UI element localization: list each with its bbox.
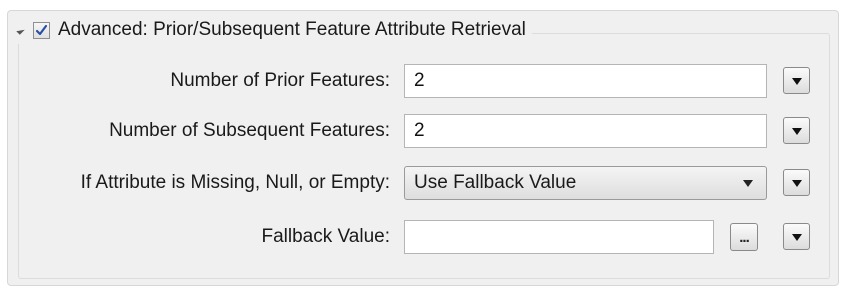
group-title: Advanced: Prior/Subsequent Feature Attri…: [58, 19, 526, 40]
prior-features-menu-button[interactable]: [783, 67, 810, 94]
dropdown-arrow-icon: [791, 179, 802, 187]
missing-attribute-menu-button[interactable]: [783, 169, 810, 196]
row-fallback-value: Fallback Value: ...: [0, 220, 843, 254]
fallback-value-input[interactable]: [404, 220, 714, 254]
row-missing-attribute: If Attribute is Missing, Null, or Empty:…: [0, 166, 843, 200]
fallback-value-label: Fallback Value:: [261, 226, 391, 247]
checkmark-icon: [35, 24, 48, 35]
collapse-triangle-icon[interactable]: [16, 25, 25, 35]
missing-attribute-select-value: Use Fallback Value: [414, 172, 577, 193]
group-header: Advanced: Prior/Subsequent Feature Attri…: [16, 16, 532, 44]
fallback-value-browse-button[interactable]: ...: [730, 223, 758, 251]
dropdown-arrow-icon: [791, 233, 802, 241]
row-subsequent-features: Number of Subsequent Features: 2: [0, 114, 843, 148]
group-enable-checkbox[interactable]: [33, 21, 50, 39]
dropdown-arrow-icon: [791, 127, 802, 135]
missing-attribute-select[interactable]: Use Fallback Value: [404, 166, 767, 200]
subsequent-features-label: Number of Subsequent Features:: [109, 120, 390, 141]
subsequent-features-input[interactable]: 2: [404, 114, 767, 148]
dropdown-arrow-icon: [791, 77, 802, 85]
prior-features-input[interactable]: 2: [404, 64, 767, 98]
subsequent-features-menu-button[interactable]: [783, 117, 810, 144]
row-prior-features: Number of Prior Features: 2: [0, 64, 843, 98]
fallback-value-menu-button[interactable]: [783, 223, 810, 250]
chevron-down-icon: [743, 180, 753, 187]
missing-attribute-label: If Attribute is Missing, Null, or Empty:: [80, 172, 390, 193]
prior-features-label: Number of Prior Features:: [170, 70, 390, 91]
